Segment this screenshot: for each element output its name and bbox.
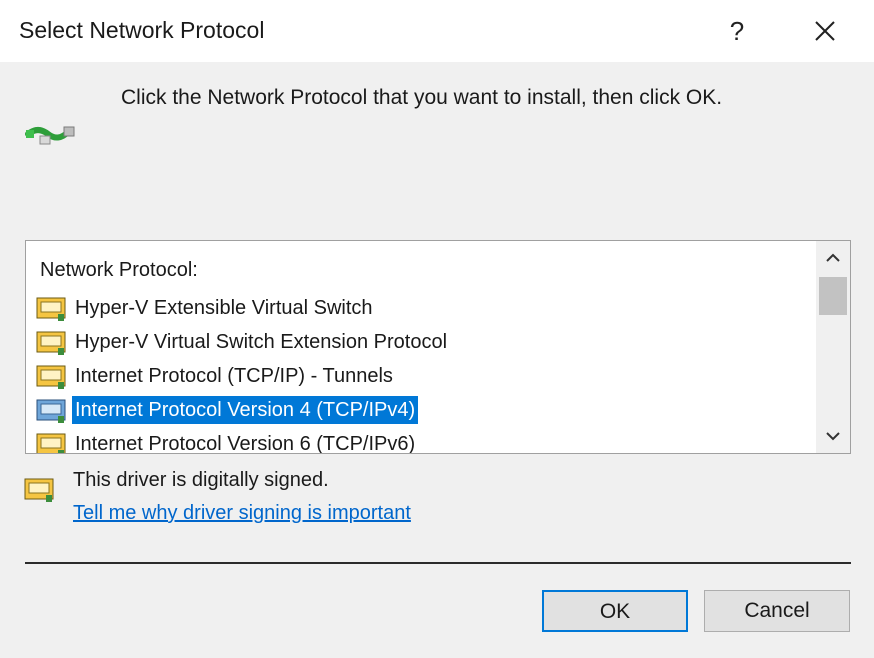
- dialog-content: Click the Network Protocol that you want…: [0, 62, 874, 658]
- protocol-listbox[interactable]: Network Protocol: Hyper-V Extensible Vir…: [25, 240, 851, 454]
- protocol-icon: [36, 433, 66, 453]
- title-bar: Select Network Protocol ?: [0, 0, 874, 62]
- list-item[interactable]: Internet Protocol Version 6 (TCP/IPv6): [36, 429, 816, 454]
- list-item-label: Hyper-V Virtual Switch Extension Protoco…: [75, 331, 448, 353]
- ok-button[interactable]: OK: [542, 590, 688, 632]
- signed-driver-icon: [24, 478, 54, 502]
- list-item[interactable]: Hyper-V Extensible Virtual Switch: [36, 293, 816, 323]
- protocol-icon: [36, 331, 66, 355]
- window-title: Select Network Protocol: [19, 17, 265, 43]
- protocol-icon: [36, 399, 66, 423]
- network-cable-icon: [25, 126, 75, 145]
- list-item[interactable]: Hyper-V Virtual Switch Extension Protoco…: [36, 327, 816, 357]
- list-item-label: Internet Protocol Version 6 (TCP/IPv6): [75, 433, 416, 454]
- signature-status-text: This driver is digitally signed.: [73, 469, 329, 491]
- list-item-label: Hyper-V Extensible Virtual Switch: [75, 297, 373, 319]
- list-scrollbar[interactable]: [816, 241, 850, 453]
- scroll-up-button[interactable]: [816, 241, 850, 275]
- divider: [25, 562, 851, 564]
- list-item-label: Internet Protocol Version 4 (TCP/IPv4): [70, 395, 420, 425]
- help-button[interactable]: ?: [712, 8, 762, 54]
- chevron-up-icon: [826, 253, 840, 262]
- scroll-thumb[interactable]: [819, 277, 847, 315]
- list-header: Network Protocol:: [40, 259, 198, 281]
- list-item-selected[interactable]: Internet Protocol Version 4 (TCP/IPv4): [36, 395, 816, 425]
- instruction-text: Click the Network Protocol that you want…: [121, 86, 723, 109]
- list-item-label: Internet Protocol (TCP/IP) - Tunnels: [75, 365, 393, 387]
- chevron-down-icon: [826, 432, 840, 441]
- close-button[interactable]: [800, 8, 850, 54]
- protocol-icon: [36, 297, 66, 321]
- driver-signing-link[interactable]: Tell me why driver signing is important: [73, 502, 411, 525]
- list-item[interactable]: Internet Protocol (TCP/IP) - Tunnels: [36, 361, 816, 391]
- close-icon: [815, 21, 835, 41]
- scroll-down-button[interactable]: [816, 419, 850, 453]
- cancel-button[interactable]: Cancel: [704, 590, 850, 632]
- protocol-icon: [36, 365, 66, 389]
